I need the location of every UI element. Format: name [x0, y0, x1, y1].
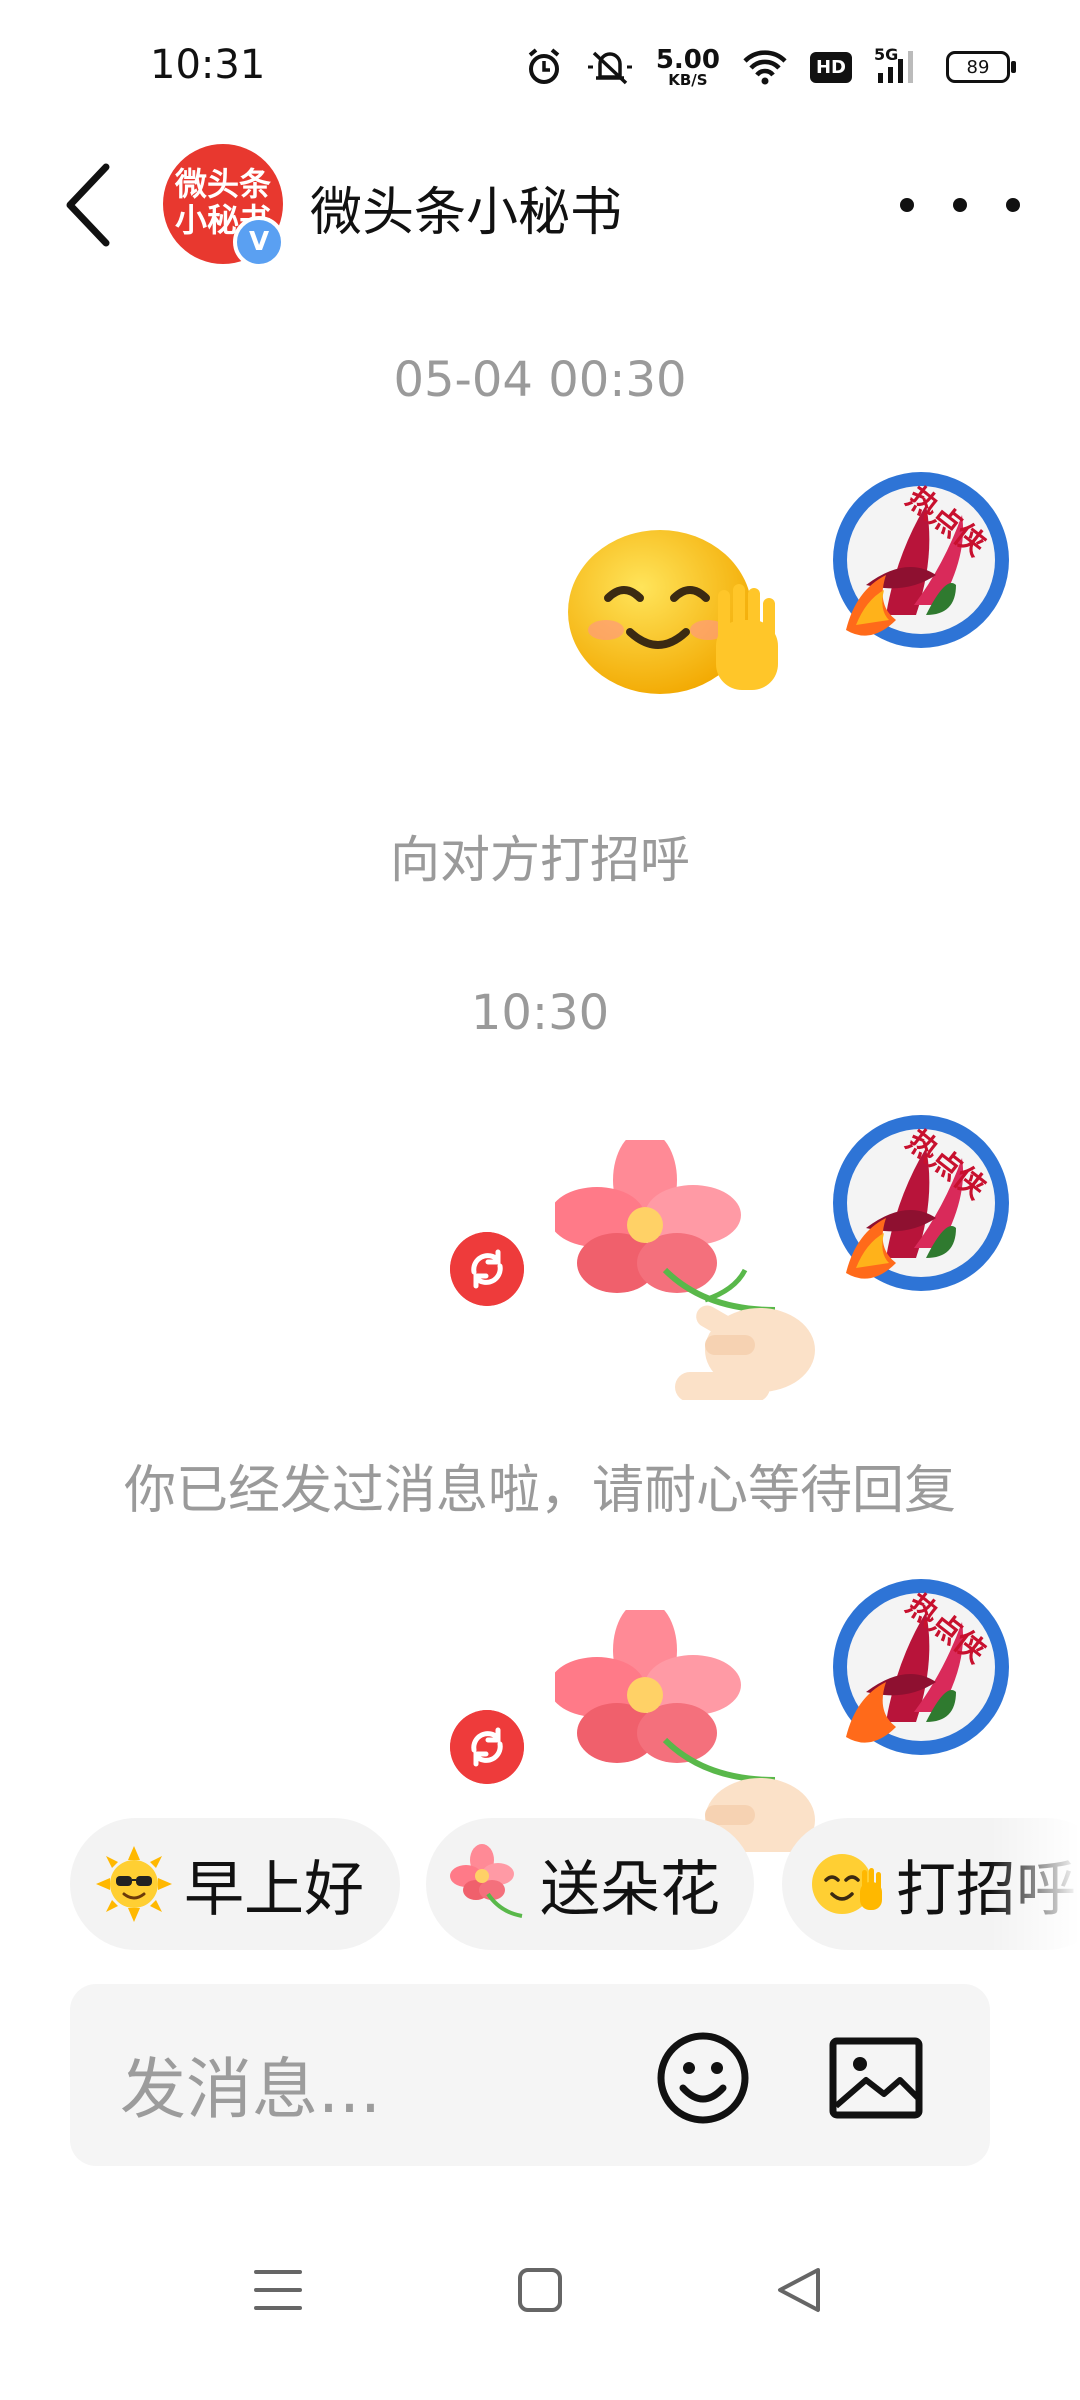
waving-smile-sticker[interactable]	[560, 520, 790, 700]
quick-reply-label: 早上好	[184, 1854, 364, 1925]
flower-icon	[450, 1844, 523, 1918]
net-speed: 5.00 KB/S	[656, 47, 720, 88]
quick-reply-label: 送朵花	[540, 1854, 720, 1925]
hd-icon: HD	[809, 51, 852, 83]
signal-icon: 5G	[874, 45, 924, 87]
flower-in-hand-sticker[interactable]	[555, 1140, 825, 1400]
more-dot-icon	[900, 198, 914, 212]
battery-level: 89	[966, 56, 990, 78]
quick-reply-bar[interactable]: 早上好 送朵花 打招呼	[0, 1818, 1080, 1950]
status-icons: 5.00 KB/S HD 5G 89	[524, 44, 1016, 90]
quick-reply-morning[interactable]: 早上好	[70, 1818, 400, 1950]
quick-reply-flower[interactable]: 送朵花	[426, 1818, 754, 1950]
system-nav-bar	[0, 2230, 1080, 2350]
more-options-button[interactable]	[900, 185, 1020, 225]
alarm-icon	[528, 48, 560, 84]
sun-sunglasses-icon	[96, 1846, 172, 1922]
smiley-icon[interactable]	[655, 2030, 751, 2126]
back-triangle-icon[interactable]	[760, 2250, 840, 2330]
status-bar: 10:31 5.00 KB/S HD 5G 89	[0, 0, 1080, 130]
timestamp: 10:30	[470, 985, 610, 1041]
battery-icon: 89	[946, 51, 1016, 83]
home-square-icon[interactable]	[500, 2250, 580, 2330]
message-input-bar[interactable]: 发消息...	[70, 1984, 990, 2166]
waving-smile-icon	[812, 1854, 882, 1914]
more-dot-icon	[953, 198, 967, 212]
net-speed-unit: KB/S	[668, 70, 708, 89]
chevron-left-icon[interactable]	[56, 155, 126, 255]
status-time: 10:31	[150, 42, 266, 88]
wait-notice: 你已经发过消息啦，请耐心等待回复	[123, 1461, 956, 1521]
wifi-icon	[743, 50, 787, 85]
menu-icon[interactable]	[238, 2250, 318, 2330]
flower-in-hand-sticker[interactable]	[555, 1610, 825, 1852]
timestamp: 05-04 00:30	[393, 352, 687, 408]
net-speed-value: 5.00	[655, 44, 720, 75]
scroll-fade	[990, 1818, 1080, 1950]
resend-icon[interactable]	[450, 1710, 524, 1784]
message-input[interactable]: 发消息...	[120, 2036, 381, 2132]
verified-badge-icon: V	[233, 216, 285, 268]
chat-header: 微头条 小秘书 V 微头条小秘书	[0, 130, 1080, 280]
chat-title[interactable]: 微头条小秘书	[310, 170, 622, 245]
image-icon[interactable]	[828, 2036, 924, 2120]
message-clip: 热点侠	[0, 1560, 1080, 1852]
more-dot-icon	[1006, 198, 1020, 212]
avatar-text-line1: 微头条	[174, 165, 271, 203]
resend-icon[interactable]	[450, 1232, 524, 1306]
greeting-notice: 向对方打招呼	[390, 831, 690, 889]
mute-icon	[587, 51, 632, 85]
